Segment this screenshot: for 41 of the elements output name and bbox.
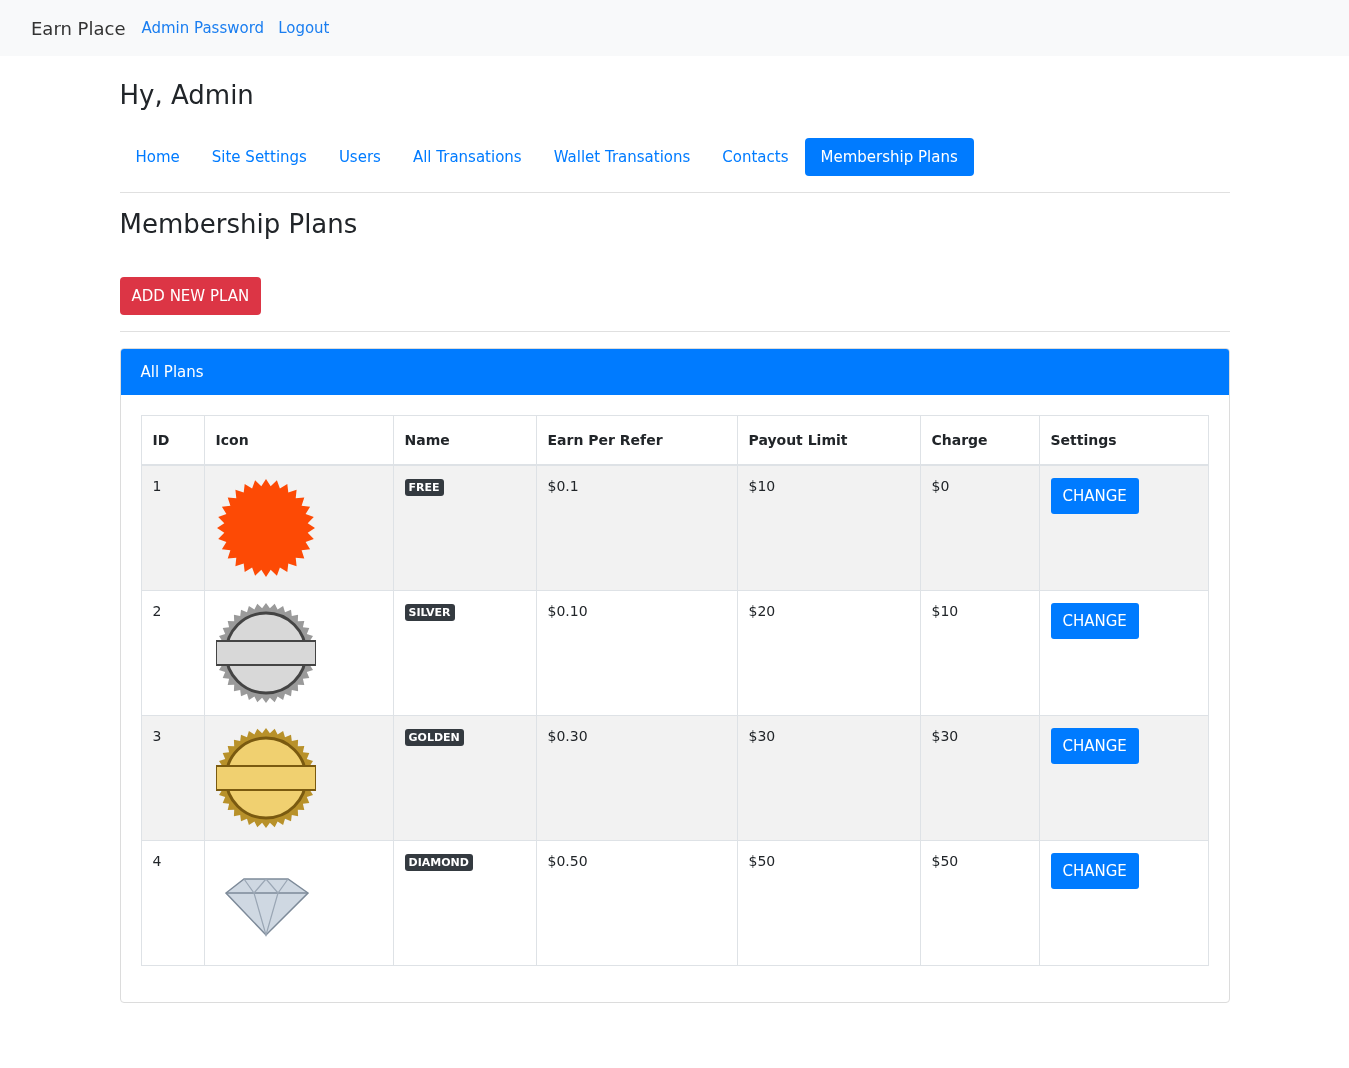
table-cell: $0 [920, 465, 1039, 591]
plan-badge: FREE [404, 479, 444, 496]
table-cell: $30 [920, 715, 1039, 841]
brand-link[interactable]: Earn Place [31, 17, 126, 39]
table-cell: $0.50 [536, 840, 737, 966]
table-cell: $10 [737, 465, 920, 591]
seal-icon [215, 603, 316, 703]
nav-tab[interactable]: Home [119, 138, 196, 176]
table-cell: $50 [920, 840, 1039, 966]
change-button[interactable]: CHANGE [1050, 478, 1139, 514]
table-cell: $0.10 [536, 590, 737, 716]
nav-link[interactable]: Admin Password [141, 19, 265, 37]
greeting-heading: Hy, Admin [119, 80, 255, 110]
change-button[interactable]: CHANGE [1050, 728, 1139, 764]
add-plan-button[interactable]: ADD NEW PLAN [119, 277, 262, 315]
nav-tab[interactable]: Site Settings [195, 138, 323, 176]
table-cell: $20 [737, 590, 920, 716]
change-button[interactable]: CHANGE [1050, 853, 1139, 889]
change-button[interactable]: CHANGE [1050, 603, 1139, 639]
table-cell: $0.30 [536, 715, 737, 841]
card-title: All Plans [140, 363, 204, 381]
table-cell: 3 [141, 715, 204, 841]
nav-tab[interactable]: Membership Plans [804, 138, 974, 176]
table-cell: 4 [141, 840, 204, 966]
table-cell: $50 [737, 840, 920, 966]
nav-tab[interactable]: All Transations [396, 138, 538, 176]
table-cell: 1 [141, 465, 204, 591]
table-cell: $10 [920, 590, 1039, 716]
plan-badge: GOLDEN [404, 729, 464, 746]
table-cell: $0.1 [536, 465, 737, 591]
seal-icon [215, 728, 316, 828]
table-cell: 2 [141, 590, 204, 716]
nav-tab[interactable]: Contacts [706, 138, 805, 176]
starburst-icon [215, 478, 316, 578]
plan-badge: SILVER [404, 604, 455, 621]
page-title: Membership Plans [119, 209, 359, 239]
plan-badge: DIAMOND [404, 854, 473, 871]
table-cell: $30 [737, 715, 920, 841]
nav-tab[interactable]: Wallet Transations [537, 138, 707, 176]
nav-link[interactable]: Logout [278, 19, 330, 37]
nav-tab[interactable]: Users [322, 138, 397, 176]
